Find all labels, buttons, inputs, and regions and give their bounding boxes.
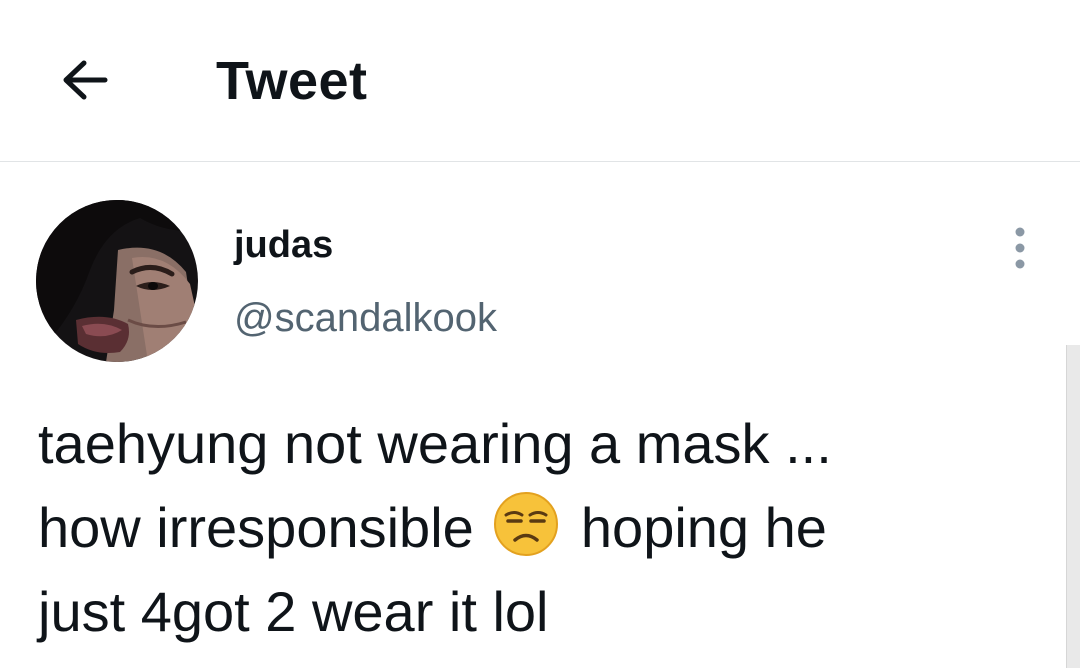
avatar[interactable] — [36, 200, 198, 362]
tweet-text-segment: hoping he — [580, 496, 827, 559]
top-navigation-bar: Tweet — [0, 0, 1080, 162]
author-display-name[interactable]: judas — [234, 222, 333, 268]
scrollbar[interactable] — [1066, 345, 1080, 668]
unamused-face-emoji — [494, 492, 559, 556]
more-vertical-icon — [1015, 227, 1025, 269]
tweet-text-segment: how irresponsible — [38, 496, 474, 559]
author-handle[interactable]: @scandalkook — [234, 294, 497, 342]
tweet-text: taehyung not wearing a mask ... how irre… — [38, 402, 1028, 654]
page-title: Tweet — [216, 51, 368, 111]
avatar-photo — [36, 200, 198, 362]
arrow-left-icon — [63, 60, 108, 100]
tweet-text-line-1: taehyung not wearing a mask ... — [38, 412, 832, 475]
more-options-button[interactable] — [1000, 220, 1040, 276]
tweet-screen: Tweet judas @scandalkook taehyung not we… — [0, 0, 1080, 668]
tweet-text-line-3: just 4got 2 wear it lol — [38, 580, 549, 643]
tweet-text-line-2: how irresponsible hoping he — [38, 486, 1028, 570]
back-button[interactable] — [50, 50, 120, 110]
